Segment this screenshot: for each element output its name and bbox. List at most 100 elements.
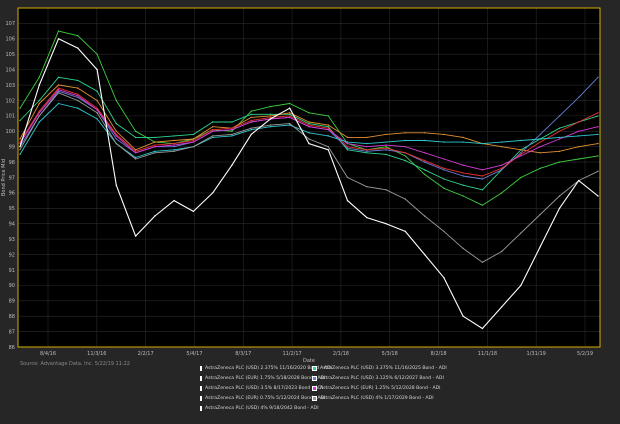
- series-point: [134, 156, 137, 159]
- series-point: [96, 99, 98, 102]
- chart-legend: AstraZeneca PLC (USD) 2.375% 11/16/2020 …: [200, 364, 500, 412]
- series-point: [173, 142, 175, 145]
- x-tick-label: 2/2/17: [138, 351, 154, 357]
- x-tick-label: 2/1/18: [333, 351, 349, 357]
- series-point: [346, 149, 349, 151]
- series-point: [481, 175, 484, 177]
- series-point: [346, 199, 349, 202]
- series-point: [77, 96, 79, 99]
- series-point: [443, 133, 445, 136]
- series-point: [327, 135, 329, 137]
- series-point: [57, 76, 60, 79]
- series-point: [269, 126, 272, 128]
- series-point: [558, 138, 561, 140]
- series-point: [385, 147, 387, 149]
- series-point: [269, 113, 272, 116]
- series-point: [250, 110, 252, 112]
- series-point: [57, 38, 60, 40]
- series-point: [192, 133, 195, 136]
- series-point: [443, 141, 445, 143]
- series-point: [115, 135, 118, 137]
- series-point: [597, 133, 599, 136]
- series-point: [346, 142, 349, 145]
- series-point: [38, 102, 40, 105]
- y-tick-label: 104: [5, 67, 15, 73]
- source-note: Source: Advantage Data. Inc. 5/22/19 11:…: [20, 361, 130, 367]
- series-point: [501, 167, 503, 169]
- series-point: [423, 253, 426, 256]
- series-point: [462, 175, 464, 177]
- series-point: [19, 138, 21, 140]
- series-point: [308, 126, 310, 128]
- series-point: [366, 216, 368, 219]
- series-point: [366, 152, 368, 154]
- series-point: [173, 146, 175, 148]
- x-tick-label: 5/2/19: [577, 351, 593, 357]
- series-point: [520, 155, 522, 157]
- series-point: [212, 130, 214, 132]
- legend-swatch: [200, 365, 202, 371]
- series-point: [77, 35, 79, 37]
- x-tick-label: 8/4/16: [40, 351, 56, 357]
- series-point: [96, 112, 98, 114]
- series-point: [19, 146, 21, 148]
- legend-item: AstraZeneca PLC (USD) 2.375% 11/16/2020 …: [200, 364, 332, 372]
- series-point: [501, 306, 503, 308]
- series-point: [231, 135, 233, 137]
- series-point: [308, 132, 310, 134]
- series-point: [366, 146, 368, 148]
- series-point: [481, 142, 484, 145]
- series-point: [462, 172, 464, 174]
- series-point: [597, 115, 599, 117]
- series-point: [462, 184, 464, 186]
- series-point: [423, 139, 426, 142]
- series-point: [57, 92, 60, 94]
- series-point: [423, 159, 426, 162]
- series-point: [173, 199, 175, 202]
- series-point: [154, 136, 156, 139]
- series-point: [443, 277, 445, 279]
- series-point: [481, 327, 484, 330]
- y-tick-label: 87: [9, 329, 15, 335]
- series-point: [154, 152, 156, 154]
- series-point: [423, 152, 426, 154]
- series-point: [77, 99, 79, 102]
- series-point: [327, 149, 329, 151]
- y-tick-label: 86: [9, 345, 15, 351]
- series-point: [308, 112, 310, 114]
- series-point: [134, 130, 137, 132]
- series-point: [77, 95, 79, 97]
- series-point: [115, 138, 118, 140]
- y-tick-label: 92: [9, 252, 15, 258]
- series-point: [327, 129, 329, 131]
- series-point: [366, 142, 368, 145]
- series-point: [115, 99, 118, 102]
- series-point: [289, 122, 291, 125]
- series-point: [96, 90, 98, 92]
- series-point: [481, 261, 484, 263]
- series-point: [385, 133, 387, 136]
- series-point: [250, 133, 252, 136]
- series-point: [385, 223, 387, 225]
- series-point: [443, 169, 445, 171]
- series-point: [269, 118, 272, 120]
- series-point: [289, 116, 291, 119]
- y-tick-label: 101: [5, 114, 15, 120]
- series-point: [192, 141, 195, 143]
- legend-swatch: [312, 375, 317, 381]
- legend-label: AstraZeneca PLC (USD) 3.125% 6/12/2027 B…: [320, 375, 444, 381]
- series-point: [192, 210, 195, 213]
- series-point: [212, 135, 214, 137]
- series-point: [423, 132, 426, 134]
- series-point: [423, 173, 426, 176]
- series-point: [308, 121, 310, 123]
- series-point: [269, 124, 272, 126]
- series-point: [173, 139, 175, 142]
- series-point: [404, 139, 406, 142]
- y-tick-label: 102: [5, 98, 15, 104]
- series-point: [385, 149, 387, 151]
- series-point: [366, 149, 368, 151]
- y-tick-label: 91: [9, 268, 15, 274]
- series-point: [327, 127, 329, 129]
- series-point: [38, 112, 40, 114]
